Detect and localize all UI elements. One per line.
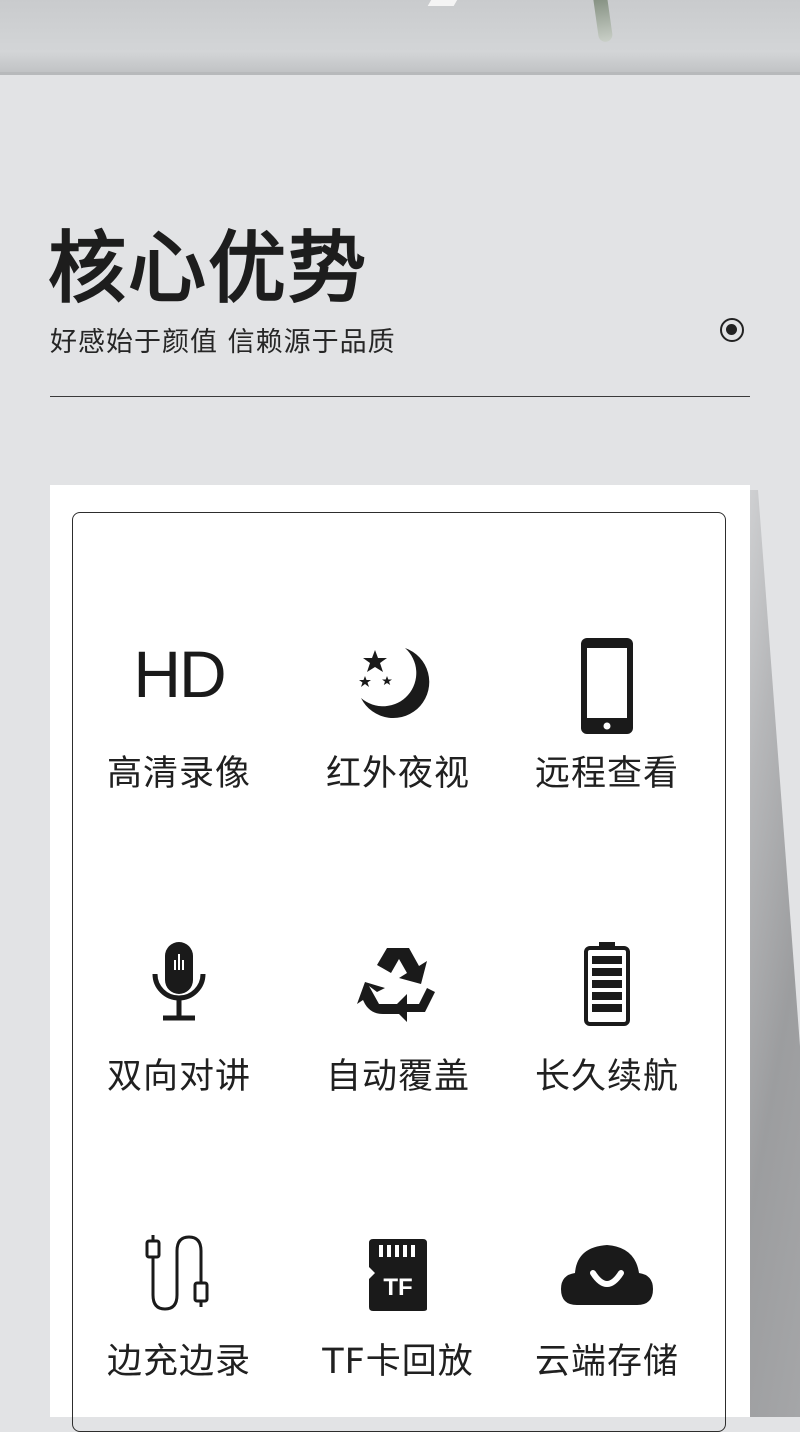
features-card: HD 高清录像 红外夜视 远程查看 双向对讲 自动覆盖 长久续航 边充边录 TF… — [50, 485, 750, 1432]
feature-label: 云端存储 — [534, 1342, 679, 1382]
feature-label: 边充边录 — [106, 1342, 251, 1382]
card-shadow — [750, 490, 800, 1417]
feature-cloud-storage: 云端存储 — [507, 1233, 707, 1403]
feature-long-battery: 长久续航 — [507, 940, 707, 1110]
plant-leaf — [592, 0, 614, 43]
microphone-icon — [152, 942, 206, 1021]
recycle-icon — [357, 948, 435, 1022]
moon-stars-icon — [359, 648, 430, 719]
tf-card-icon: TF — [369, 1239, 427, 1311]
feature-remote-view: 远程查看 — [507, 638, 707, 808]
feature-tf-playback: TF TF卡回放 — [298, 1233, 498, 1403]
feature-label: 红外夜视 — [325, 754, 470, 794]
usb-cable-icon — [145, 1235, 209, 1311]
section-title: 核心优势 — [48, 224, 369, 314]
photo-glint — [427, 0, 459, 6]
feature-label: 高清录像 — [106, 754, 251, 794]
features-frame: HD 高清录像 红外夜视 远程查看 双向对讲 自动覆盖 长久续航 边充边录 TF… — [72, 512, 726, 1432]
hd-icon: HD — [133, 637, 226, 711]
feature-auto-overwrite: 自动覆盖 — [298, 940, 498, 1110]
feature-label: TF卡回放 — [322, 1342, 474, 1382]
photo-edge — [0, 72, 800, 75]
tf-card-text: TF — [383, 1274, 412, 1301]
top-photo-strip — [0, 0, 800, 74]
feature-two-way-talk: 双向对讲 — [79, 940, 279, 1110]
feature-hd-recording: HD 高清录像 — [79, 637, 279, 808]
feature-label: 长久续航 — [534, 1057, 679, 1097]
feature-label: 双向对讲 — [106, 1057, 251, 1097]
feature-label: 自动覆盖 — [325, 1057, 470, 1097]
feature-night-vision: 红外夜视 — [298, 638, 498, 808]
smartphone-icon — [581, 638, 633, 734]
battery-icon — [584, 942, 630, 1026]
feature-label: 远程查看 — [534, 754, 679, 794]
title-divider — [50, 396, 750, 397]
feature-charge-while-recording: 边充边录 — [79, 1233, 279, 1403]
section-subtitle: 好感始于颜值 信赖源于品质 — [50, 327, 396, 358]
cloud-smile-icon — [561, 1245, 653, 1305]
radio-dot-icon — [720, 318, 744, 342]
